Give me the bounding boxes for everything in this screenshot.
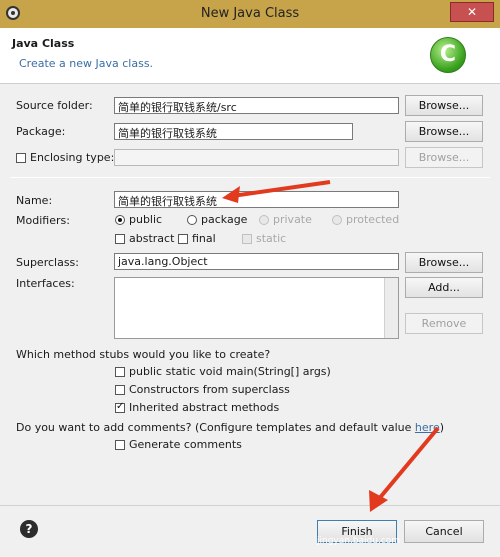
watermark: jingyan.baidu.com [317, 536, 401, 546]
name-arrow-line [231, 180, 331, 198]
annotation-arrows [222, 180, 440, 512]
finish-arrow-line [376, 426, 440, 502]
name-arrow-head [222, 186, 240, 203]
